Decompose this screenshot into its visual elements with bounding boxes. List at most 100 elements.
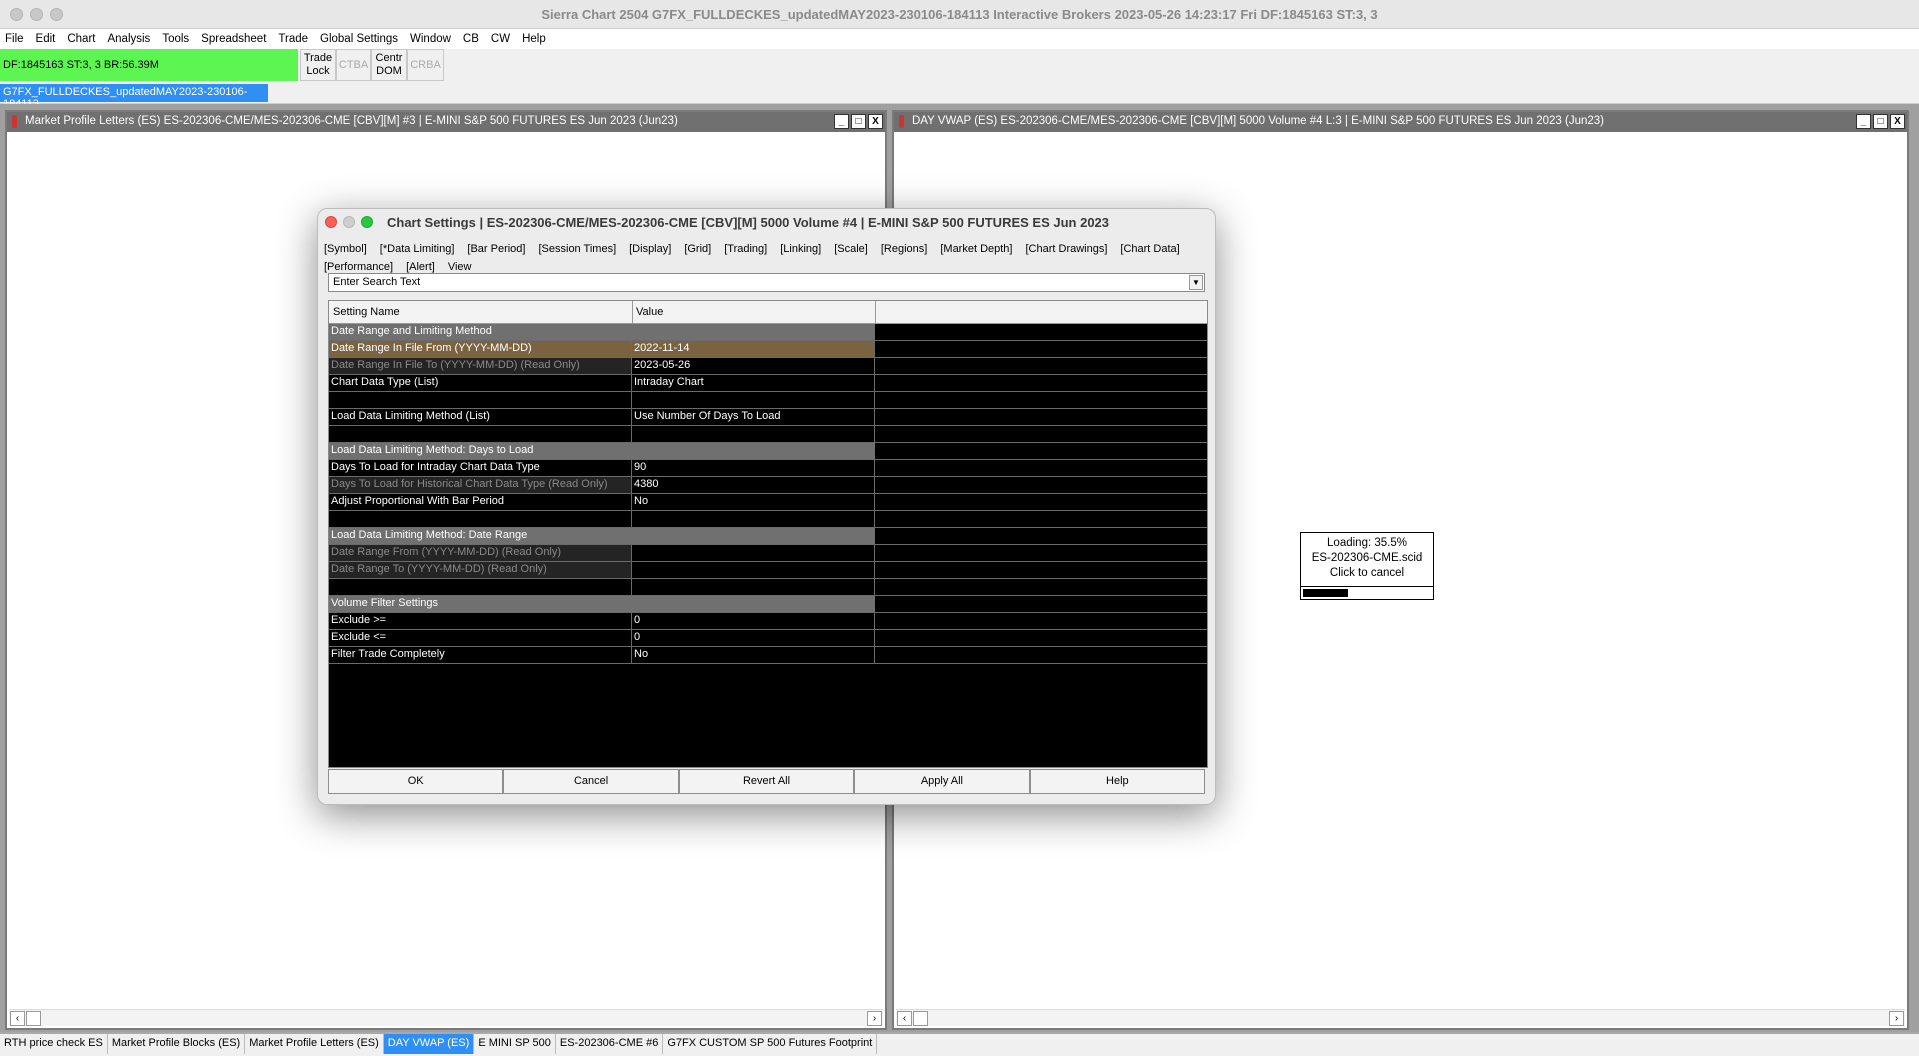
bottom-tab-es-202306-cme-6[interactable]: ES-202306-CME #6: [556, 1034, 664, 1054]
tab-scale[interactable]: [Scale]: [834, 243, 868, 255]
chartbook-tab[interactable]: G7FX_FULLDECKES_updatedMAY2023-230106-18…: [0, 84, 268, 110]
tab-session-times[interactable]: [Session Times]: [538, 243, 616, 255]
setting-value[interactable]: 0: [632, 613, 875, 629]
table-row[interactable]: Exclude >= 0: [329, 613, 1207, 630]
scroll-thumb[interactable]: [26, 1011, 41, 1026]
tab-linking[interactable]: [Linking]: [780, 243, 821, 255]
menu-cb[interactable]: CB: [463, 33, 479, 45]
trade-lock-button[interactable]: Trade Lock: [300, 49, 336, 81]
cancel-loading-link[interactable]: Click to cancel: [1301, 566, 1433, 581]
dialog-zoom-button[interactable]: [361, 216, 373, 228]
table-row[interactable]: Filter Trade Completely No: [329, 647, 1207, 664]
maximize-icon[interactable]: □: [851, 114, 866, 129]
scroll-left-icon[interactable]: ‹: [10, 1011, 25, 1026]
loading-popup[interactable]: Loading: 35.5% ES-202306-CME.scid Click …: [1300, 532, 1434, 600]
minimize-icon[interactable]: _: [1856, 114, 1871, 129]
bottom-tab-e-mini-sp-500[interactable]: E MINI SP 500: [474, 1034, 556, 1054]
ctba-button[interactable]: CTBA: [336, 49, 371, 81]
crba-button[interactable]: CRBA: [407, 49, 444, 81]
menu-cw[interactable]: CW: [491, 33, 510, 45]
search-input[interactable]: Enter Search Text ▼: [328, 273, 1205, 292]
menu-trade[interactable]: Trade: [278, 33, 308, 45]
menu-file[interactable]: File: [5, 33, 24, 45]
column-header-value[interactable]: Value: [636, 306, 663, 318]
setting-name: Chart Data Type (List): [329, 375, 632, 391]
dialog-close-button[interactable]: [325, 216, 337, 228]
table-row[interactable]: [329, 511, 1207, 528]
column-header-setting-name[interactable]: Setting Name: [333, 306, 400, 318]
table-row[interactable]: Date Range In File To (YYYY-MM-DD) (Read…: [329, 358, 1207, 375]
horizontal-scrollbar[interactable]: ‹ ›: [896, 1009, 1905, 1026]
setting-value[interactable]: Intraday Chart: [632, 375, 875, 391]
tab-trading[interactable]: [Trading]: [724, 243, 767, 255]
bottom-tab-market-profile-blocks-es[interactable]: Market Profile Blocks (ES): [108, 1034, 246, 1054]
menu-analysis[interactable]: Analysis: [107, 33, 150, 45]
setting-value[interactable]: No: [632, 494, 875, 510]
cancel-button[interactable]: Cancel: [503, 769, 679, 794]
left-chart-title-bar[interactable]: Market Profile Letters (ES) ES-202306-CM…: [7, 112, 885, 132]
app-title: Sierra Chart 2504 G7FX_FULLDECKES_update…: [541, 7, 1378, 22]
ok-button[interactable]: OK: [328, 769, 504, 794]
close-icon[interactable]: X: [1890, 114, 1905, 129]
table-row[interactable]: Date Range In File From (YYYY-MM-DD) 2022…: [329, 341, 1207, 358]
tab-grid[interactable]: [Grid]: [684, 243, 711, 255]
close-icon[interactable]: X: [868, 114, 883, 129]
grid-header: Setting Name Value: [329, 301, 1207, 324]
table-row[interactable]: Load Data Limiting Method (List) Use Numb…: [329, 409, 1207, 426]
table-row[interactable]: Exclude <= 0: [329, 630, 1207, 647]
setting-name: Exclude >=: [329, 613, 632, 629]
revert-all-button[interactable]: Revert All: [678, 769, 855, 794]
tab-market-depth[interactable]: [Market Depth]: [940, 243, 1012, 255]
table-row[interactable]: Days To Load for Historical Chart Data T…: [329, 477, 1207, 494]
scroll-left-icon[interactable]: ‹: [897, 1011, 912, 1026]
menu-help[interactable]: Help: [522, 33, 546, 45]
scroll-right-icon[interactable]: ›: [867, 1011, 882, 1026]
tab-regions[interactable]: [Regions]: [881, 243, 927, 255]
maximize-icon[interactable]: □: [1873, 114, 1888, 129]
bottom-tab-market-profile-letters-es[interactable]: Market Profile Letters (ES): [245, 1034, 384, 1054]
menu-window[interactable]: Window: [410, 33, 451, 45]
centr-dom-button[interactable]: Centr DOM: [371, 49, 407, 81]
setting-value[interactable]: 0: [632, 630, 875, 646]
tab-performance[interactable]: [Performance]: [324, 261, 393, 273]
bottom-tab-day-vwap-es[interactable]: DAY VWAP (ES): [383, 1034, 475, 1054]
table-row[interactable]: Adjust Proportional With Bar Period No: [329, 494, 1207, 511]
menu-global-settings[interactable]: Global Settings: [320, 33, 398, 45]
tab-display[interactable]: [Display]: [629, 243, 671, 255]
scroll-right-icon[interactable]: ›: [1889, 1011, 1904, 1026]
tab-data-limiting[interactable]: [*Data Limiting]: [380, 243, 455, 255]
table-row[interactable]: [329, 426, 1207, 443]
apply-all-button[interactable]: Apply All: [854, 769, 1030, 794]
table-row[interactable]: [329, 392, 1207, 409]
setting-value[interactable]: 90: [632, 460, 875, 476]
bottom-tab-rth-price-check-es[interactable]: RTH price check ES: [0, 1034, 108, 1054]
minimize-icon[interactable]: _: [834, 114, 849, 129]
scroll-thumb[interactable]: [913, 1011, 928, 1026]
tab-bar-period[interactable]: [Bar Period]: [467, 243, 525, 255]
table-row[interactable]: Date Range To (YYYY-MM-DD) (Read Only): [329, 562, 1207, 579]
table-row[interactable]: Chart Data Type (List) Intraday Chart: [329, 375, 1207, 392]
setting-value[interactable]: 2022-11-14: [632, 341, 875, 357]
setting-value[interactable]: Use Number Of Days To Load: [632, 409, 875, 425]
menu-chart[interactable]: Chart: [67, 33, 95, 45]
right-chart-title-bar[interactable]: DAY VWAP (ES) ES-202306-CME/MES-202306-C…: [894, 112, 1907, 132]
bottom-tab-g7fx-custom-sp-500-futures-footprint[interactable]: G7FX CUSTOM SP 500 Futures Footprint: [663, 1034, 878, 1054]
menu-spreadsheet[interactable]: Spreadsheet: [201, 33, 266, 45]
tab-chart-drawings[interactable]: [Chart Drawings]: [1025, 243, 1107, 255]
tab-symbol[interactable]: [Symbol]: [324, 243, 367, 255]
table-row[interactable]: Date Range From (YYYY-MM-DD) (Read Only): [329, 545, 1207, 562]
dialog-minimize-button[interactable]: [343, 216, 355, 228]
menu-edit[interactable]: Edit: [36, 33, 56, 45]
table-row[interactable]: [329, 579, 1207, 596]
setting-name: [329, 511, 632, 527]
menu-tools[interactable]: Tools: [162, 33, 189, 45]
tab-alert[interactable]: [Alert]: [406, 261, 435, 273]
chevron-down-icon[interactable]: ▼: [1189, 275, 1203, 290]
help-button[interactable]: Help: [1029, 769, 1206, 794]
tab-view[interactable]: View: [448, 261, 472, 273]
setting-value[interactable]: No: [632, 647, 875, 663]
tab-chart-data[interactable]: [Chart Data]: [1120, 243, 1179, 255]
horizontal-scrollbar[interactable]: ‹ ›: [9, 1009, 883, 1026]
table-row[interactable]: Days To Load for Intraday Chart Data Typ…: [329, 460, 1207, 477]
dialog-title-bar[interactable]: Chart Settings | ES-202306-CME/MES-20230…: [318, 209, 1215, 235]
